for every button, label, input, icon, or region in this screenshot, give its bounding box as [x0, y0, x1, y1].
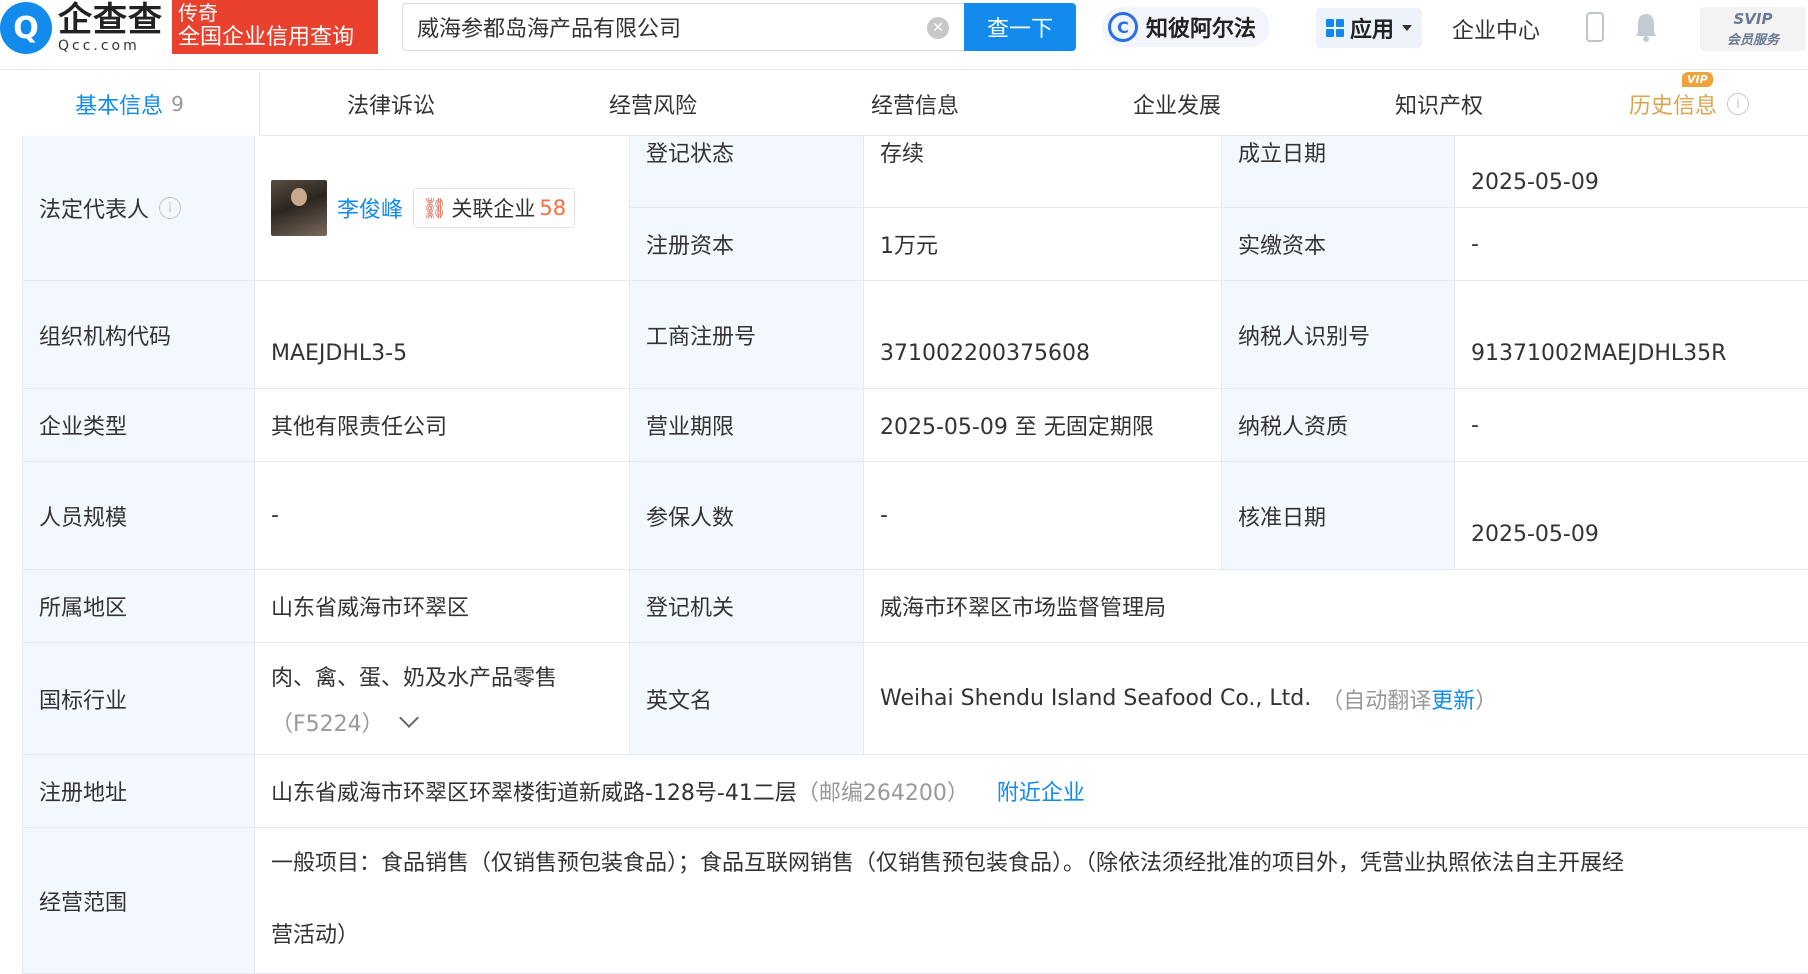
paid-capital-label-cell: 实缴资本	[1222, 208, 1455, 281]
caret-down-icon	[1402, 25, 1413, 31]
qcc-logo-icon: Q	[0, 2, 52, 54]
company-type-label-cell: 企业类型	[23, 389, 255, 462]
reg-authority-label-cell: 登记机关	[630, 570, 864, 643]
english-name: Weihai Shendu Island Seafood Co., Ltd.	[880, 686, 1312, 711]
biz-reg-no-label-cell: 工商注册号	[630, 281, 864, 389]
update-translation-link[interactable]: 更新	[1431, 683, 1475, 715]
region-value-cell: 山东省威海市环翠区	[255, 570, 630, 643]
tab-ip[interactable]: 知识产权	[1308, 72, 1570, 136]
svip-sublabel: 会员服务	[1726, 33, 1779, 48]
svip-membership-button[interactable]: SVIP 会员服务	[1700, 7, 1806, 51]
tab-basic-info[interactable]: 基本信息 9	[0, 72, 260, 136]
found-date-label-cell: 成立日期	[1222, 136, 1455, 208]
logo-name: 企查查	[58, 0, 163, 40]
postcode: （邮编264200）	[796, 781, 969, 806]
logo-domain: Qcc.com	[58, 38, 140, 54]
legal-rep-label-cell: 法定代表人 i	[23, 136, 255, 281]
biz-term-label-cell: 营业期限	[630, 389, 864, 462]
taxpayer-id-value-cell: 91371002MAEJDHL35R	[1455, 281, 1808, 389]
industry-name: 肉、禽、蛋、奶及水产品零售	[271, 665, 558, 691]
tab-count: 9	[171, 92, 184, 116]
info-icon[interactable]: i	[1727, 93, 1749, 115]
business-scope-line-2: 营活动）	[271, 923, 360, 948]
legal-rep-avatar[interactable]	[271, 180, 327, 236]
tab-risk[interactable]: 经营风险	[522, 72, 784, 136]
staff-size-label-cell: 人员规模	[23, 462, 255, 570]
approval-date-value-cell: 2025-05-09	[1455, 462, 1808, 570]
industry-label-cell: 国标行业	[23, 643, 255, 755]
vip-badge: VIP	[1682, 72, 1713, 87]
mobile-icon[interactable]	[1586, 12, 1604, 42]
clear-icon[interactable]: ✕	[927, 17, 949, 39]
tab-legal[interactable]: 法律诉讼	[260, 72, 522, 136]
qcc-logo[interactable]: Q 企查查 Qcc.com	[0, 0, 163, 56]
reg-capital-label-cell: 注册资本	[630, 208, 864, 281]
zhibi-logo-icon: C	[1108, 12, 1138, 42]
slogan-line-1: 传奇	[178, 1, 218, 25]
insured-label-cell: 参保人数	[630, 462, 864, 570]
biz-reg-no-value-cell: 371002200375608	[864, 281, 1222, 389]
english-name-value-cell: Weihai Shendu Island Seafood Co., Ltd. （…	[864, 643, 1808, 755]
tab-history[interactable]: 历史信息 VIP i	[1570, 72, 1808, 136]
svip-label: SVIP	[1733, 10, 1773, 28]
address-label-cell: 注册地址	[23, 755, 255, 828]
company-tabs: 基本信息 9 法律诉讼 经营风险 经营信息 企业发展 知识产权 历史信息 VIP…	[0, 72, 1808, 136]
zhibi-alpha-button[interactable]: C 知彼阿尔法	[1102, 7, 1271, 47]
slogan-banner[interactable]: 传奇 全国企业信用查询	[172, 0, 378, 54]
relation-network-icon: ⛓	[422, 196, 448, 220]
org-code-label-cell: 组织机构代码	[23, 281, 255, 389]
top-header: Q 企查查 Qcc.com 传奇 全国企业信用查询 ✕ 查一下 C 知彼阿尔法 …	[0, 0, 1808, 70]
enterprise-center-link[interactable]: 企业中心	[1452, 13, 1540, 45]
scope-value-cell: 一般项目：食品销售（仅销售预包装食品）；食品互联网销售（仅销售预包装食品）。（除…	[255, 828, 1808, 974]
taxpayer-id-label-cell: 纳税人识别号	[1222, 281, 1455, 389]
info-icon[interactable]: i	[159, 197, 182, 219]
tab-development[interactable]: 企业发展	[1046, 72, 1308, 136]
scope-label-cell: 经营范围	[23, 828, 255, 974]
apps-menu[interactable]: 应用	[1316, 8, 1423, 48]
related-companies-button[interactable]: ⛓ 关联企业 58	[413, 188, 576, 228]
company-type-value-cell: 其他有限责任公司	[255, 389, 630, 462]
bell-icon[interactable]	[1634, 12, 1658, 42]
legal-rep-name[interactable]: 李俊峰	[337, 192, 403, 224]
chevron-down-icon[interactable]	[398, 707, 419, 728]
basic-info-table: 法定代表人 i 李俊峰 ⛓ 关联企业 58 登记状态 存续 成立日期 2025-…	[22, 136, 1808, 974]
region-label-cell: 所属地区	[23, 570, 255, 643]
insured-value-cell: -	[864, 462, 1222, 570]
reg-status-label-cell: 登记状态	[630, 136, 864, 208]
grid-icon	[1326, 19, 1344, 37]
address-value-cell: 山东省威海市环翠区环翠楼街道新威路-128号-41二层 （邮编264200） 附…	[255, 755, 1808, 828]
auto-translate-note: （自动翻译	[1321, 688, 1432, 714]
taxpayer-qual-value-cell: -	[1455, 389, 1808, 462]
apps-label: 应用	[1350, 18, 1395, 43]
found-date-value-cell: 2025-05-09	[1455, 136, 1808, 208]
reg-authority-value-cell: 威海市环翠区市场监督管理局	[864, 570, 1808, 643]
registered-address: 山东省威海市环翠区环翠楼街道新威路-128号-41二层	[271, 781, 797, 806]
nearby-companies-link[interactable]: 附近企业	[997, 775, 1085, 807]
industry-code: （F5224）	[271, 711, 384, 737]
tab-operation[interactable]: 经营信息	[784, 72, 1046, 136]
biz-term-value-cell: 2025-05-09 至 无固定期限	[864, 389, 1222, 462]
search-button[interactable]: 查一下	[964, 3, 1076, 51]
org-code-value-cell: MAEJDHL3-5	[255, 281, 630, 389]
legal-rep-value-cell: 李俊峰 ⛓ 关联企业 58	[255, 136, 630, 281]
industry-value-cell: 肉、禽、蛋、奶及水产品零售 （F5224）	[255, 643, 630, 755]
search-input[interactable]	[403, 4, 964, 50]
zhibi-label: 知彼阿尔法	[1146, 17, 1257, 42]
search-box: ✕	[402, 3, 964, 51]
business-scope-line-1: 一般项目：食品销售（仅销售预包装食品）；食品互联网销售（仅销售预包装食品）。（除…	[271, 851, 1625, 876]
approval-date-label-cell: 核准日期	[1222, 462, 1455, 570]
slogan-line-2: 全国企业信用查询	[178, 25, 355, 50]
staff-size-value-cell: -	[255, 462, 630, 570]
paid-capital-value-cell: -	[1455, 208, 1808, 281]
taxpayer-qual-label-cell: 纳税人资质	[1222, 389, 1455, 462]
reg-capital-value-cell: 1万元	[864, 208, 1222, 281]
english-name-label-cell: 英文名	[630, 643, 864, 755]
related-count: 58	[539, 196, 567, 220]
reg-status-value-cell: 存续	[864, 136, 1222, 208]
